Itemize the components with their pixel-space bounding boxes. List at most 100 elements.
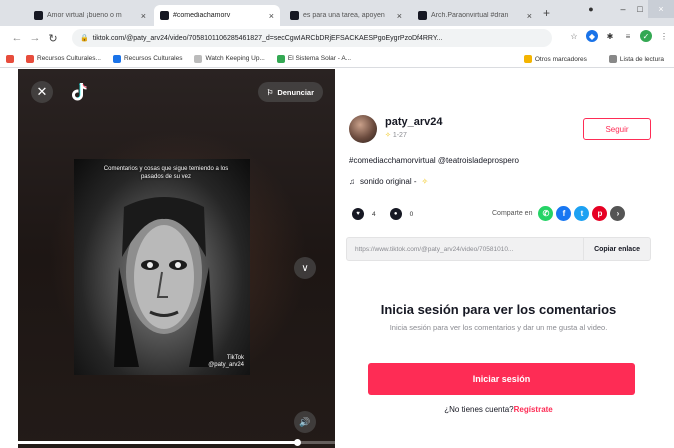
browser-tab[interactable]: Arch.Paraonvirtual #dran × <box>412 5 538 26</box>
extension-icon[interactable]: ◆ <box>586 30 598 42</box>
video-progress-fill <box>18 441 297 444</box>
apps-icon[interactable] <box>0 54 20 63</box>
volume-button[interactable]: 🔊 <box>294 411 316 433</box>
report-label: Denunciar <box>277 87 314 97</box>
share-label: Comparte en <box>492 210 533 217</box>
bookmark-item[interactable]: El Sistema Solar - A... <box>271 54 357 63</box>
bookmark-label: Recursos Culturales... <box>37 55 101 62</box>
url-text: tiktok.com/@paty_arv24/video/70581011062… <box>92 34 443 42</box>
sound-link[interactable]: ♫ sonido original - ✧ <box>349 177 428 186</box>
video-progress-knob[interactable] <box>293 439 301 446</box>
sound-label: sonido original - <box>360 177 417 186</box>
reload-icon[interactable]: ↻ <box>44 32 62 45</box>
copy-link-button[interactable]: Copiar enlace <box>583 238 650 260</box>
other-bookmarks-label: Otros marcadores <box>534 55 587 63</box>
next-video-button[interactable]: ∨ <box>294 257 316 279</box>
sparkle-icon: ✧ <box>385 132 391 139</box>
heart-icon[interactable]: ♥ <box>352 208 364 220</box>
login-button[interactable]: Iniciar sesión <box>368 363 635 395</box>
puzzle-icon[interactable]: ✱ <box>604 30 616 42</box>
browser-tab[interactable]: Amor virtual ¡bueno o m × <box>28 5 152 26</box>
video-panel: ✕ ⚐ Denunciar Comentarios y cosas que si… <box>18 69 335 448</box>
comment-count: 0 <box>409 210 414 218</box>
twitter-icon[interactable]: t <box>574 206 590 221</box>
browser-tabstrip: Amor virtual ¡bueno o m × #comediachamor… <box>0 0 674 26</box>
tab-title: es para una tarea, apoyen <box>303 12 385 19</box>
tiktok-favicon-icon <box>160 11 169 20</box>
bookmark-label: Watch Keeping Up... <box>205 55 265 62</box>
maximize-icon[interactable]: □ <box>632 0 648 18</box>
tab-search-icon[interactable]: ● <box>584 0 598 18</box>
bookmarks-right: Otros marcadores Lista de lectura <box>518 50 670 68</box>
report-button[interactable]: ⚐ Denunciar <box>257 82 323 102</box>
pinterest-icon[interactable]: p <box>592 206 608 221</box>
watermark-brand: TikTok <box>226 355 244 361</box>
close-tab-icon[interactable]: × <box>269 11 274 21</box>
reading-list-label: Lista de lectura <box>619 55 664 63</box>
facebook-icon[interactable]: f <box>556 206 572 221</box>
chevron-down-icon: ∨ <box>301 262 309 274</box>
sparkle-icon: ✧ <box>421 177 429 186</box>
profile-icon[interactable]: ✓ <box>640 30 652 42</box>
tiktok-favicon-icon <box>34 11 43 20</box>
speaker-icon: 🔊 <box>299 416 311 427</box>
close-window-icon[interactable]: × <box>648 0 674 18</box>
bookmark-icon <box>26 54 34 63</box>
post-date: ✧ 1-27 <box>385 131 407 139</box>
more-share-icon[interactable]: › <box>610 206 626 221</box>
close-tab-icon[interactable]: × <box>141 11 146 21</box>
reading-list-icon[interactable]: ≡ <box>622 30 634 42</box>
engagement-stats: ♥ 4 ● 0 <box>352 208 413 220</box>
signup-link[interactable]: Regístrate <box>514 405 553 414</box>
bookmarks-bar: Recursos Culturales... Recursos Cultural… <box>0 50 674 68</box>
tab-title: Amor virtual ¡bueno o m <box>47 12 122 19</box>
menu-icon[interactable]: ⋮ <box>658 30 670 42</box>
browser-tab-active[interactable]: #comediachamorv × <box>154 5 280 26</box>
video-progress-bar[interactable] <box>18 439 335 446</box>
author-username[interactable]: paty_arv24 <box>385 116 443 128</box>
tab-title: Arch.Paraonvirtual #dran <box>431 12 509 19</box>
bookmark-label: Recursos Culturales <box>123 55 183 62</box>
tiktok-logo-icon[interactable] <box>70 82 88 102</box>
forward-icon[interactable]: → <box>26 32 44 44</box>
reading-list-icon <box>608 55 617 63</box>
bookmark-icon <box>276 54 285 63</box>
tiktok-favicon-icon <box>418 11 427 20</box>
login-prompt-title: Inicia sesión para ver los comentarios <box>380 302 617 317</box>
browser-tab[interactable]: es para una tarea, apoyen × <box>284 5 408 26</box>
browser-toolbar: ← → ↻ 🔒 tiktok.com/@paty_arv24/video/705… <box>0 26 674 50</box>
back-icon[interactable]: ← <box>8 32 26 44</box>
minimize-icon[interactable]: – <box>614 0 632 18</box>
whatsapp-icon[interactable]: ✆ <box>538 206 554 221</box>
post-description[interactable]: #comediacchamorvirtual @teatroisladepros… <box>349 156 519 165</box>
new-tab-button[interactable]: + <box>543 6 550 20</box>
bookmark-icon <box>112 54 121 63</box>
reading-list[interactable]: Lista de lectura <box>603 55 670 63</box>
avatar[interactable] <box>349 115 377 143</box>
bookmark-item[interactable]: Recursos Culturales <box>107 54 189 63</box>
close-tab-icon[interactable]: × <box>397 11 402 21</box>
folder-icon <box>523 55 532 63</box>
video-caption: Comentarios y cosas que sigue temiendo a… <box>103 166 229 180</box>
close-tab-icon[interactable]: × <box>527 11 532 21</box>
login-prompt-subtitle: Inicia sesión para ver los comentarios y… <box>389 323 608 332</box>
toolbar-icons: ☆ ◆ ✱ ≡ ✓ ⋮ <box>568 30 670 42</box>
follow-button[interactable]: Seguir <box>583 118 651 140</box>
flag-icon: ⚐ <box>266 87 274 97</box>
share-link-box: https://www.tiktok.com/@paty_arv24/video… <box>346 237 651 261</box>
music-note-icon: ♫ <box>349 177 355 186</box>
bookmark-item[interactable]: Recursos Culturales... <box>20 54 107 63</box>
watermark-handle: @paty_arv24 <box>208 362 244 368</box>
share-row: Comparte en ✆ f t p › <box>492 206 626 221</box>
address-bar[interactable]: 🔒 tiktok.com/@paty_arv24/video/705810110… <box>72 29 552 47</box>
comment-icon[interactable]: ● <box>389 208 402 220</box>
share-link-text[interactable]: https://www.tiktok.com/@paty_arv24/video… <box>347 246 583 253</box>
star-icon[interactable]: ☆ <box>568 30 580 42</box>
face-image <box>114 197 214 367</box>
video-frame[interactable]: Comentarios y cosas que sigue temiendo a… <box>74 159 250 375</box>
close-video-button[interactable]: ✕ <box>31 81 53 103</box>
post-date-text: 1-27 <box>392 132 407 139</box>
apps-grid-icon <box>6 54 14 63</box>
other-bookmarks[interactable]: Otros marcadores <box>518 55 593 63</box>
bookmark-item[interactable]: Watch Keeping Up... <box>188 54 270 63</box>
